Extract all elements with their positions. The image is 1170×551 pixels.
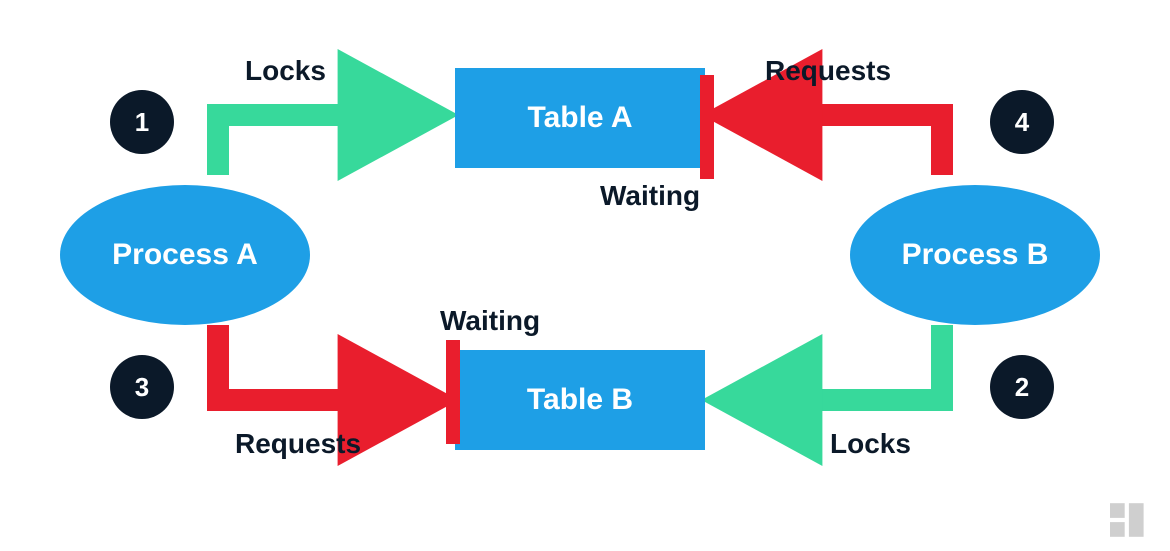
arrow-processB-requests-tableA: [730, 115, 942, 175]
arrow-processA-requests-tableB: [218, 325, 430, 400]
label-requests-left: Requests: [235, 428, 361, 460]
process-a-node: Process A: [60, 185, 310, 325]
label-waiting-top: Waiting: [600, 180, 700, 212]
step-badge-2-text: 2: [1015, 372, 1029, 403]
arrow-processB-locks-tableB: [730, 325, 942, 400]
step-badge-2: 2: [990, 355, 1054, 419]
step-badge-1: 1: [110, 90, 174, 154]
process-b-node: Process B: [850, 185, 1100, 325]
step-badge-3: 3: [110, 355, 174, 419]
table-a-label: Table A: [527, 101, 632, 135]
arrow-processA-locks-tableA: [218, 115, 430, 175]
label-waiting-bottom: Waiting: [440, 305, 540, 337]
step-badge-3-text: 3: [135, 372, 149, 403]
label-locks-right: Locks: [830, 428, 911, 460]
toptal-logo-icon: [1110, 503, 1152, 537]
step-badge-4-text: 4: [1015, 107, 1029, 138]
table-a-node: Table A: [455, 68, 705, 168]
step-badge-1-text: 1: [135, 107, 149, 138]
process-a-label: Process A: [112, 238, 258, 272]
label-requests-right: Requests: [765, 55, 891, 87]
waiting-bar-table-b: [446, 340, 460, 444]
table-b-node: Table B: [455, 350, 705, 450]
step-badge-4: 4: [990, 90, 1054, 154]
label-locks-left: Locks: [245, 55, 326, 87]
table-b-label: Table B: [527, 383, 633, 417]
process-b-label: Process B: [902, 238, 1049, 272]
waiting-bar-table-a: [700, 75, 714, 179]
